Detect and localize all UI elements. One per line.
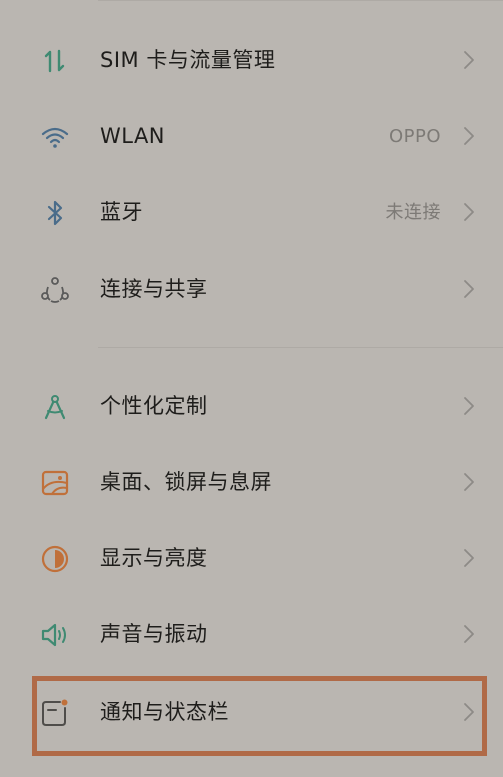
settings-item-home-lock-screen[interactable]: 桌面、锁屏与息屏 [0, 444, 503, 520]
settings-item-label: SIM 卡与流量管理 [100, 48, 276, 72]
chevron-right-icon [463, 624, 475, 644]
section-divider [98, 347, 503, 348]
settings-item-wlan[interactable]: WLAN OPPO [0, 98, 503, 174]
settings-item-label: 个性化定制 [100, 394, 208, 418]
settings-item-label: 桌面、锁屏与息屏 [100, 470, 272, 494]
highlight-box [32, 676, 487, 756]
chevron-right-icon [463, 50, 475, 70]
chevron-right-icon [463, 126, 475, 146]
settings-item-sound-vibration[interactable]: 声音与振动 [0, 596, 503, 672]
settings-item-label: 显示与亮度 [100, 546, 208, 570]
settings-item-bluetooth[interactable]: 蓝牙 未连接 [0, 174, 503, 250]
settings-item-label: 蓝牙 [100, 200, 143, 224]
wifi-icon [40, 122, 70, 152]
divider-top [98, 0, 503, 1]
chevron-right-icon [463, 396, 475, 416]
wallpaper-icon [40, 468, 70, 498]
connection-sharing-icon [40, 275, 70, 305]
chevron-right-icon [463, 279, 475, 299]
chevron-right-icon [463, 202, 475, 222]
settings-item-label: WLAN [100, 124, 166, 148]
bluetooth-status: 未连接 [385, 202, 441, 223]
sim-data-arrows-icon [40, 46, 70, 76]
settings-item-connection-sharing[interactable]: 连接与共享 [0, 251, 503, 327]
settings-item-sim[interactable]: SIM 卡与流量管理 [0, 22, 503, 98]
settings-item-label: 连接与共享 [100, 277, 208, 301]
chevron-right-icon [463, 548, 475, 568]
settings-item-label: 声音与振动 [100, 622, 208, 646]
settings-item-personalization[interactable]: 个性化定制 [0, 368, 503, 444]
personalization-compass-icon [40, 392, 70, 422]
wlan-network-name: OPPO [388, 126, 441, 147]
brightness-icon [40, 544, 70, 574]
chevron-right-icon [463, 472, 475, 492]
bluetooth-icon [40, 198, 70, 228]
settings-item-display-brightness[interactable]: 显示与亮度 [0, 520, 503, 596]
speaker-vibration-icon [40, 620, 70, 650]
